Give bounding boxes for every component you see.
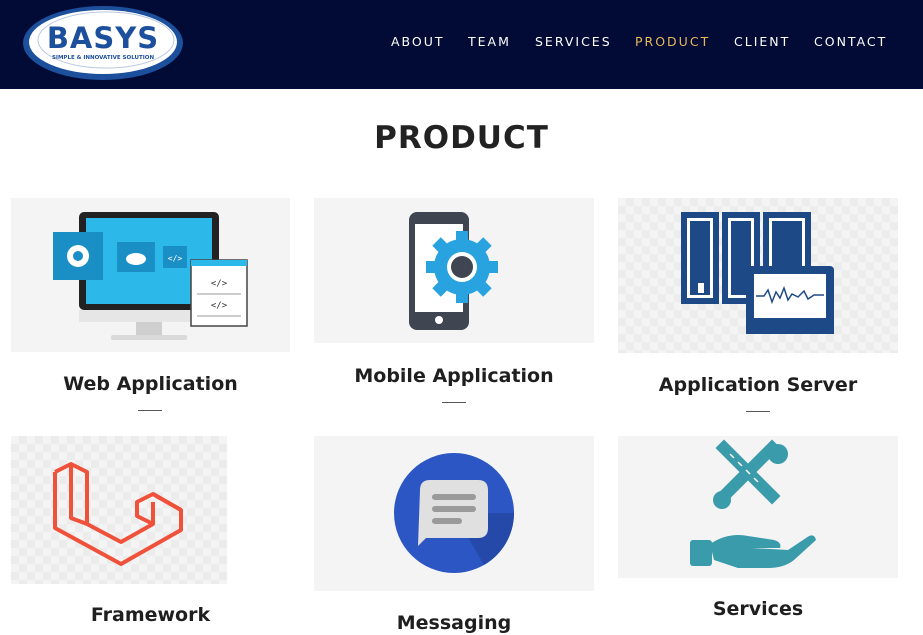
svg-text:SIMPLE & INNOVATIVE SOLUTION: SIMPLE & INNOVATIVE SOLUTION — [52, 55, 155, 61]
product-title-framework[interactable]: Framework — [11, 604, 290, 626]
web-application-image[interactable]: </> </> </> — [11, 198, 290, 352]
nav-link-services[interactable]: SERVICES — [535, 34, 612, 49]
server-monitor-icon — [681, 212, 834, 334]
title-underline — [138, 410, 162, 411]
framework-image[interactable] — [11, 436, 227, 584]
svg-text:</>: </> — [168, 254, 183, 263]
top-navigation-bar: BASYS SIMPLE & INNOVATIVE SOLUTION ABOUT… — [0, 0, 923, 89]
svg-text:</>: </> — [211, 301, 228, 311]
page-title: PRODUCT — [374, 120, 549, 156]
mobile-gear-icon — [409, 212, 498, 330]
nav-link-about[interactable]: ABOUT — [391, 34, 445, 49]
product-title-services[interactable]: Services — [618, 598, 898, 620]
svg-text:</>: </> — [211, 279, 228, 289]
laravel-framework-icon — [53, 462, 183, 566]
product-title-messaging[interactable]: Messaging — [314, 612, 594, 634]
messaging-image[interactable] — [314, 436, 594, 591]
product-title-mobile-application[interactable]: Mobile Application — [314, 365, 594, 387]
nav-link-product[interactable]: PRODUCT — [635, 34, 710, 49]
nav-link-team[interactable]: TEAM — [468, 34, 511, 49]
services-image[interactable] — [618, 436, 898, 578]
web-application-icon: </> </> </> — [53, 212, 248, 340]
messaging-icon — [394, 453, 514, 573]
title-underline — [746, 411, 770, 412]
tools-hand-icon — [690, 439, 816, 568]
nav-link-client[interactable]: CLIENT — [734, 34, 790, 49]
application-server-image[interactable] — [618, 198, 898, 353]
title-underline — [442, 402, 466, 403]
product-title-application-server[interactable]: Application Server — [618, 374, 898, 396]
mobile-application-image[interactable] — [314, 198, 594, 343]
nav-link-contact[interactable]: CONTACT — [814, 34, 887, 49]
product-title-web-application[interactable]: Web Application — [11, 373, 290, 395]
main-nav: ABOUT TEAM SERVICES PRODUCT CLIENT CONTA… — [0, 34, 923, 50]
